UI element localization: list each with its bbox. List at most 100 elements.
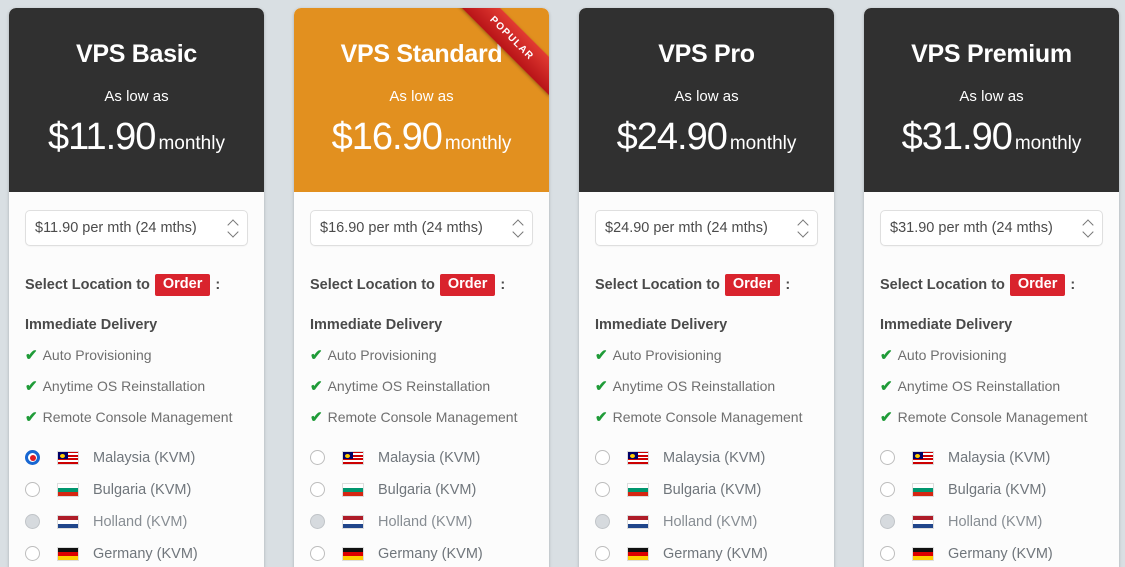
pricing-card-vps-premium: VPS Premium As low as $31.90 monthly $31.… (864, 8, 1119, 567)
location-list: Malaysia (KVM) Bulgaria (KVM) Holland (K… (595, 442, 818, 567)
location-option-holland[interactable]: Holland (KVM) (595, 506, 818, 538)
select-location-text: Select Location to (595, 276, 720, 293)
location-label: Bulgaria (KVM) (663, 481, 762, 498)
location-label: Holland (KVM) (93, 513, 188, 530)
select-location-heading: Select Location to Order : (880, 274, 1103, 296)
flag-holland-icon (342, 514, 364, 529)
check-icon: ✔ (595, 377, 608, 395)
term-select[interactable]: $16.90 per mth (24 mths) (310, 210, 533, 246)
location-option-holland[interactable]: Holland (KVM) (310, 506, 533, 538)
price-amount: $11.90 (48, 116, 156, 158)
feature-list: ✔ Auto Provisioning ✔ Anytime OS Reinsta… (595, 340, 818, 433)
price-amount: $31.90 (901, 116, 1013, 158)
feature-item: ✔ Anytime OS Reinstallation (595, 371, 818, 402)
location-label: Malaysia (KVM) (93, 449, 196, 466)
flag-bulgaria-icon (627, 482, 649, 497)
flag-malaysia-icon (57, 450, 79, 465)
flag-germany-icon (342, 546, 364, 561)
delivery-title: Immediate Delivery (880, 316, 1013, 333)
price-amount: $24.90 (616, 116, 728, 158)
location-label: Bulgaria (KVM) (93, 481, 192, 498)
price-period: monthly (444, 133, 512, 154)
feature-item: ✔ Anytime OS Reinstallation (310, 371, 533, 402)
stepper-chevron-icon[interactable] (1083, 219, 1094, 237)
price-amount: $16.90 (331, 116, 443, 158)
location-radio[interactable] (595, 450, 610, 466)
check-icon: ✔ (25, 346, 38, 364)
location-radio[interactable] (25, 482, 40, 498)
as-low-as-label: As low as (389, 88, 454, 105)
location-label: Holland (KVM) (948, 513, 1043, 530)
stepper-chevron-icon[interactable] (798, 219, 809, 237)
location-radio[interactable] (310, 450, 325, 466)
location-radio[interactable] (595, 546, 610, 562)
feature-label: Auto Provisioning (897, 347, 1007, 364)
feature-label: Remote Console Management (42, 409, 233, 426)
location-option-bulgaria[interactable]: Bulgaria (KVM) (25, 474, 248, 506)
term-select-value: $11.90 per mth (24 mths) (35, 220, 197, 236)
card-header: VPS Premium As low as $31.90 monthly (864, 8, 1119, 192)
location-radio (310, 514, 325, 530)
order-button[interactable]: Order (1009, 274, 1066, 296)
location-option-germany[interactable]: Germany (KVM) (880, 538, 1103, 567)
stepper-chevron-icon[interactable] (513, 219, 524, 237)
order-button[interactable]: Order (724, 274, 781, 296)
location-option-bulgaria[interactable]: Bulgaria (KVM) (595, 474, 818, 506)
feature-item: ✔ Anytime OS Reinstallation (880, 371, 1103, 402)
select-location-heading: Select Location to Order : (310, 274, 533, 296)
location-radio[interactable] (25, 450, 40, 466)
feature-item: ✔ Remote Console Management (25, 402, 248, 433)
colon-text: : (1070, 276, 1076, 293)
location-label: Bulgaria (KVM) (948, 481, 1047, 498)
check-icon: ✔ (880, 408, 893, 426)
location-option-holland[interactable]: Holland (KVM) (25, 506, 248, 538)
location-option-bulgaria[interactable]: Bulgaria (KVM) (310, 474, 533, 506)
flag-holland-icon (57, 514, 79, 529)
location-option-germany[interactable]: Germany (KVM) (595, 538, 818, 567)
select-location-text: Select Location to (880, 276, 1005, 293)
plan-name: VPS Basic (76, 40, 197, 68)
location-option-malaysia[interactable]: Malaysia (KVM) (310, 442, 533, 474)
location-option-malaysia[interactable]: Malaysia (KVM) (25, 442, 248, 474)
location-radio[interactable] (880, 546, 895, 562)
feature-item: ✔ Auto Provisioning (880, 340, 1103, 371)
term-select[interactable]: $31.90 per mth (24 mths) (880, 210, 1103, 246)
card-body: $31.90 per mth (24 mths) Select Location… (864, 192, 1119, 567)
location-option-bulgaria[interactable]: Bulgaria (KVM) (880, 474, 1103, 506)
location-radio[interactable] (880, 450, 895, 466)
card-body: $16.90 per mth (24 mths) Select Location… (294, 192, 549, 567)
location-list: Malaysia (KVM) Bulgaria (KVM) Holland (K… (25, 442, 248, 567)
delivery-title: Immediate Delivery (595, 316, 728, 333)
location-label: Germany (KVM) (948, 545, 1053, 562)
feature-label: Auto Provisioning (327, 347, 437, 364)
location-radio[interactable] (310, 546, 325, 562)
location-radio[interactable] (595, 482, 610, 498)
feature-label: Remote Console Management (897, 409, 1088, 426)
check-icon: ✔ (310, 408, 323, 426)
location-label: Holland (KVM) (378, 513, 473, 530)
stepper-chevron-icon[interactable] (228, 219, 239, 237)
as-low-as-label: As low as (674, 88, 739, 105)
feature-label: Remote Console Management (327, 409, 518, 426)
location-option-malaysia[interactable]: Malaysia (KVM) (595, 442, 818, 474)
location-option-holland[interactable]: Holland (KVM) (880, 506, 1103, 538)
location-option-germany[interactable]: Germany (KVM) (310, 538, 533, 567)
location-option-malaysia[interactable]: Malaysia (KVM) (880, 442, 1103, 474)
order-button[interactable]: Order (439, 274, 496, 296)
colon-text: : (215, 276, 221, 293)
term-select[interactable]: $24.90 per mth (24 mths) (595, 210, 818, 246)
order-button[interactable]: Order (154, 274, 211, 296)
check-icon: ✔ (880, 377, 893, 395)
location-label: Bulgaria (KVM) (378, 481, 477, 498)
location-radio[interactable] (880, 482, 895, 498)
card-header: VPS Pro As low as $24.90 monthly (579, 8, 834, 192)
term-select[interactable]: $11.90 per mth (24 mths) (25, 210, 248, 246)
plan-name: VPS Standard (340, 40, 503, 68)
location-label: Malaysia (KVM) (378, 449, 481, 466)
location-radio[interactable] (310, 482, 325, 498)
flag-malaysia-icon (627, 450, 649, 465)
location-radio[interactable] (25, 546, 40, 562)
location-option-germany[interactable]: Germany (KVM) (25, 538, 248, 567)
card-body: $24.90 per mth (24 mths) Select Location… (579, 192, 834, 567)
pricing-page: VPS Basic As low as $11.90 monthly $11.90… (0, 0, 1125, 567)
